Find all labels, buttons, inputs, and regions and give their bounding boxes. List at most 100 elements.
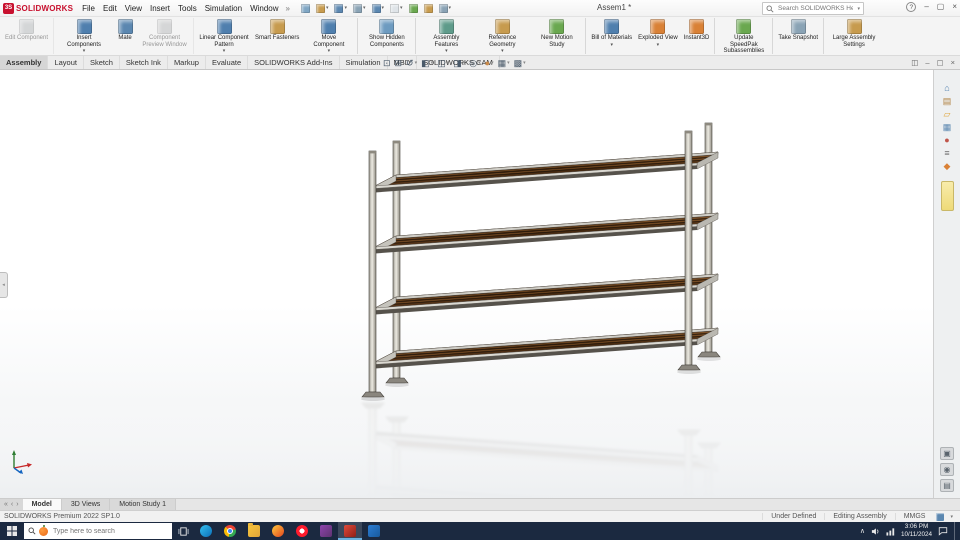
magnify-icon[interactable]: ◉ [940,463,954,476]
zoom-to-fit-icon[interactable]: ⊡ [383,58,391,68]
ribbon-button[interactable]: Insert Components [56,18,112,54]
ribbon-button[interactable]: Reference Geometry [474,18,530,54]
quick-toolbar-button[interactable] [437,2,454,15]
ribbon-button[interactable]: Mate [112,18,138,54]
ribbon-button[interactable]: Large Assembly Settings [826,18,882,54]
action-center-icon[interactable] [938,526,948,536]
options-shortcut-icon[interactable]: ▤ [940,479,954,492]
scroll-first-icon[interactable]: « [4,501,8,508]
ribbon-button[interactable]: Instant3D [681,18,716,54]
search-scope-caret-icon[interactable]: ▾ [857,6,860,12]
scroll-right-icon[interactable]: › [16,501,18,508]
view-orientation-icon[interactable]: ◫ [437,58,449,68]
shelf-assembly-3d-model[interactable] [0,70,933,498]
taskbar-app[interactable] [338,522,362,540]
help-icon[interactable]: ? [906,2,917,12]
quick-toolbar-button[interactable] [422,2,435,15]
previous-view-icon[interactable]: ↺ [406,58,417,68]
quick-toolbar-button[interactable] [351,2,368,15]
ribbon-button[interactable]: Exploded View [635,18,681,54]
section-view-icon[interactable]: ◧ [421,58,433,68]
scroll-left-icon[interactable]: ‹ [11,501,13,508]
ribbon-button[interactable]: Bill of Materials [588,18,635,54]
document-tab[interactable]: Motion Study 1 [110,499,176,510]
document-tab[interactable]: Model [22,499,62,510]
taskbar-app[interactable] [290,522,314,540]
taskbar-app[interactable] [218,522,242,540]
menu-overflow-chevron[interactable]: » [283,4,293,13]
edit-appearance-icon[interactable]: ● [485,58,494,68]
taskbar-clock[interactable]: 3:06 PM 10/11/2024 [901,523,932,539]
menu-item[interactable]: Tools [174,4,201,13]
restore-icon[interactable]: ▢ [937,3,945,11]
menu-item[interactable]: File [78,4,99,13]
home-icon[interactable]: ⌂ [939,82,955,94]
pan-zoom-icon[interactable]: ▣ [940,447,954,460]
design-library-icon[interactable]: ▤ [939,95,955,107]
task-view-button[interactable] [172,522,194,540]
show-desktop-button[interactable] [954,522,958,540]
taskbar-app[interactable] [314,522,338,540]
ribbon-button[interactable]: New Motion Study [530,18,587,54]
view-settings-icon[interactable]: ▩ [514,58,526,68]
status-item[interactable]: Editing Assembly [824,513,894,520]
menu-item[interactable]: View [121,4,146,13]
status-caret-icon[interactable]: ▾ [947,514,956,520]
restore-window-icon[interactable]: ▢ [937,59,944,67]
taskbar-search-input[interactable] [51,526,168,536]
custom-properties-icon[interactable]: ≡ [939,147,955,159]
menu-item[interactable]: Insert [146,4,174,13]
ribbon-button[interactable]: Assembly Features [418,18,474,54]
network-icon[interactable] [886,527,895,536]
featuremanager-collapsed-tab[interactable]: ◂ [0,272,8,298]
task-pane-collapsed-tab[interactable] [940,181,954,211]
status-item[interactable]: MMGS [894,513,934,520]
graphics-area[interactable]: ◂ [0,70,933,498]
command-tab[interactable]: SOLIDWORKS Add-Ins [248,56,340,69]
ribbon-button[interactable]: Take Snapshot [775,18,825,54]
quick-toolbar-button[interactable] [314,2,331,15]
status-item[interactable]: Under Defined [762,513,824,520]
taskbar-app[interactable] [242,522,266,540]
split-view-icon[interactable]: ◫ [911,59,918,67]
ribbon-button[interactable]: Component Preview Window [138,18,195,54]
command-tab[interactable]: Simulation [340,56,388,69]
command-tab[interactable]: Assembly [0,56,49,69]
taskbar-app[interactable] [362,522,386,540]
volume-icon[interactable] [871,527,880,536]
command-tab[interactable]: Sketch [84,56,120,69]
quick-toolbar-button[interactable] [407,2,420,15]
view-palette-icon[interactable]: ▦ [939,121,955,133]
close-icon[interactable]: × [952,3,957,11]
appearances-icon[interactable]: ● [939,134,955,146]
close-window-icon[interactable]: × [951,59,955,67]
command-tab[interactable]: Evaluate [206,56,249,69]
zoom-to-area-icon[interactable]: ⊞ [395,58,403,68]
command-tab[interactable]: Layout [48,56,84,69]
ribbon-button[interactable]: Show Hidden Components [360,18,417,54]
menu-item[interactable]: Edit [99,4,121,13]
ribbon-button[interactable]: Edit Component [2,18,55,54]
apply-scene-icon[interactable]: ▦ [498,58,510,68]
taskbar-app[interactable] [266,522,290,540]
quick-toolbar-button[interactable] [370,2,387,15]
command-tab[interactable]: Markup [168,56,206,69]
ribbon-button[interactable]: Linear Component Pattern [196,18,252,54]
ribbon-button[interactable]: Move Component [302,18,359,54]
help-search-box[interactable]: ▾ [762,2,864,15]
quick-toolbar-button[interactable] [388,2,405,15]
start-button[interactable] [0,522,24,540]
taskbar-app[interactable] [194,522,218,540]
menu-item[interactable]: Window [246,4,282,13]
menu-item[interactable]: Simulation [201,4,246,13]
command-tab[interactable]: Sketch Ink [120,56,168,69]
solidworks-resources-icon[interactable]: ◆ [939,160,955,172]
quick-toolbar-button[interactable] [332,2,349,15]
hide-show-items-icon[interactable]: ◎ [469,58,480,68]
file-explorer-icon[interactable]: ▱ [939,108,955,120]
display-style-icon[interactable]: ◨ [453,58,465,68]
document-tab[interactable]: 3D Views [61,499,111,510]
ribbon-button[interactable]: Smart Fasteners [252,18,302,54]
ribbon-button[interactable]: Update SpeedPak Subassemblies [717,18,774,54]
search-input[interactable] [776,4,856,13]
